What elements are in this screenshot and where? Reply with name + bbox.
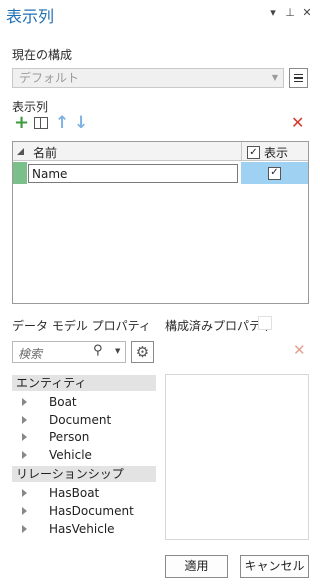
cancel-button[interactable]: キャンセル (240, 555, 309, 578)
tree-group-relationships[interactable]: リレーションシップ (12, 466, 156, 482)
show-checkbox[interactable]: ✓ (268, 166, 281, 180)
configured-properties-box (258, 316, 272, 330)
expand-icon[interactable] (22, 432, 27, 441)
field-icon[interactable] (34, 117, 48, 129)
pin-icon[interactable]: ⊥ (285, 6, 295, 19)
tree-item[interactable]: Boat (22, 393, 77, 410)
pane-controls: ▾ ⊥ ✕ (268, 6, 312, 19)
corner-arrow-icon (17, 148, 24, 155)
config-selected-value: デフォルト (19, 71, 80, 85)
pane-menu-icon[interactable]: ▾ (268, 6, 278, 19)
expand-icon[interactable] (22, 397, 27, 406)
show-cell[interactable]: ✓ (241, 162, 308, 184)
search-icon[interactable]: ⚲ (93, 343, 103, 358)
config-dropdown[interactable]: デフォルト ▼ (12, 68, 284, 88)
configured-properties-label: 構成済みプロパティ (165, 319, 273, 333)
close-icon[interactable]: ✕ (293, 343, 306, 358)
tree-item[interactable]: HasDocument (22, 502, 134, 519)
expand-icon[interactable] (22, 506, 27, 515)
row-selector[interactable] (13, 162, 27, 184)
expand-icon[interactable] (22, 524, 27, 533)
columns-grid: 名前 ✓ 表示 ✓ (12, 141, 309, 304)
config-label: 現在の構成 (12, 48, 73, 62)
tree-item[interactable]: Vehicle (22, 446, 92, 463)
plus-icon[interactable]: + (14, 114, 29, 132)
tree-item[interactable]: Document (22, 411, 111, 428)
search-placeholder: 検索 (18, 347, 43, 361)
data-model-properties-label: データ モデル プロパティ (12, 319, 151, 333)
apply-button[interactable]: 適用 (165, 555, 228, 578)
gear-icon[interactable]: ⚙ (131, 341, 154, 363)
column-header-show: ✓ 表示 (247, 144, 288, 161)
expand-icon[interactable] (22, 415, 27, 424)
tree-item[interactable]: HasBoat (22, 484, 99, 501)
expand-icon[interactable] (22, 450, 27, 459)
arrow-up-icon[interactable]: ↑ (55, 114, 69, 132)
column-divider (241, 142, 242, 161)
tree-item[interactable]: Person (22, 428, 89, 445)
column-header-name[interactable]: 名前 (33, 144, 57, 161)
tree-item[interactable]: HasVehicle (22, 520, 115, 537)
column-header-show-label: 表示 (264, 146, 289, 160)
search-box[interactable]: 検索 ⚲ ▼ (12, 341, 126, 363)
config-menu-button[interactable] (289, 68, 308, 88)
close-icon[interactable]: ✕ (302, 6, 312, 19)
show-all-checkbox[interactable]: ✓ (247, 146, 260, 159)
configured-properties-list[interactable] (165, 374, 309, 540)
x-icon[interactable]: ✕ (291, 115, 304, 131)
chevron-down-icon: ▼ (271, 73, 278, 82)
arrow-down-icon[interactable]: ↓ (74, 114, 88, 132)
expand-icon[interactable] (22, 488, 27, 497)
chevron-down-icon[interactable]: ▼ (115, 347, 120, 355)
pane-title: 表示列 (6, 7, 55, 26)
tree-group-entities[interactable]: エンティティ (12, 375, 156, 391)
column-name-input[interactable] (28, 164, 238, 183)
grid-header: 名前 ✓ 表示 (13, 142, 308, 161)
